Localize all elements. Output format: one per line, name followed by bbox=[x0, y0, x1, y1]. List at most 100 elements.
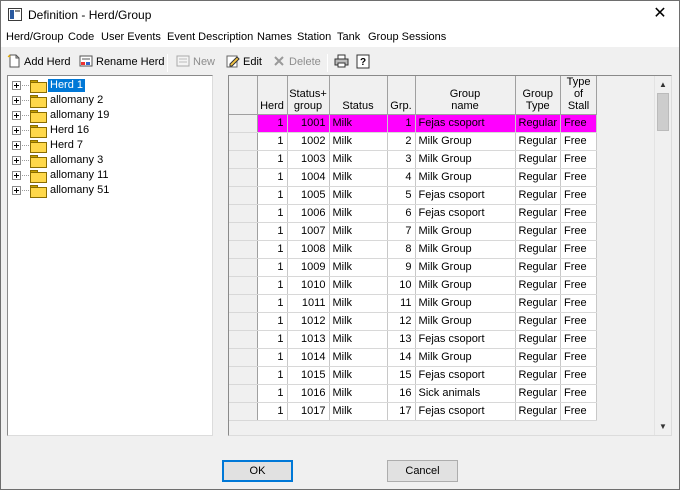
cell-group-name[interactable]: Milk Group bbox=[415, 348, 516, 367]
cell-status-group[interactable]: 1012 bbox=[287, 312, 330, 331]
cell-grp[interactable]: 11 bbox=[387, 294, 416, 313]
cell-type-of-stall[interactable]: Free bbox=[560, 222, 598, 241]
cell-group-type[interactable]: Regular bbox=[515, 366, 562, 385]
cell-grp[interactable]: 8 bbox=[387, 240, 416, 259]
menu-user-events[interactable]: User Events bbox=[101, 31, 161, 43]
cell-status[interactable]: Milk bbox=[329, 384, 388, 403]
cell-grp[interactable]: 3 bbox=[387, 150, 416, 169]
cell-herd[interactable]: 1 bbox=[257, 186, 288, 205]
cell-group-name[interactable]: Fejas csoport bbox=[415, 366, 516, 385]
menu-names[interactable]: Names bbox=[257, 31, 292, 43]
cell-herd[interactable]: 1 bbox=[257, 150, 288, 169]
add-herd-button[interactable]: Add Herd bbox=[7, 54, 70, 71]
cell-grp[interactable]: 1 bbox=[387, 114, 416, 133]
menu-group-sessions[interactable]: Group Sessions bbox=[368, 31, 446, 43]
expand-icon[interactable] bbox=[12, 186, 21, 195]
cell-status-group[interactable]: 1014 bbox=[287, 348, 330, 367]
table-row[interactable]: 1 1003 Milk 3 Milk Group Regular Free bbox=[229, 150, 598, 169]
rename-herd-button[interactable]: Rename Herd bbox=[79, 54, 164, 71]
cell-status[interactable]: Milk bbox=[329, 312, 388, 331]
expand-icon[interactable] bbox=[12, 141, 21, 150]
cell-grp[interactable]: 9 bbox=[387, 258, 416, 277]
table-row[interactable]: 1 1006 Milk 6 Fejas csoport Regular Free bbox=[229, 204, 598, 223]
table-row[interactable]: 1 1010 Milk 10 Milk Group Regular Free bbox=[229, 276, 598, 295]
cell-herd[interactable]: 1 bbox=[257, 312, 288, 331]
table-row[interactable]: 1 1002 Milk 2 Milk Group Regular Free bbox=[229, 132, 598, 151]
cell-herd[interactable]: 1 bbox=[257, 294, 288, 313]
column-header-herd[interactable]: Herd bbox=[257, 76, 288, 115]
cell-group-type[interactable]: Regular bbox=[515, 240, 562, 259]
cell-status-group[interactable]: 1007 bbox=[287, 222, 330, 241]
column-header-group-name[interactable]: Group name bbox=[415, 76, 516, 115]
scroll-up-icon[interactable]: ▲ bbox=[655, 76, 671, 93]
cell-group-type[interactable]: Regular bbox=[515, 132, 562, 151]
cell-status[interactable]: Milk bbox=[329, 168, 388, 187]
table-row[interactable]: 1 1015 Milk 15 Fejas csoport Regular Free bbox=[229, 366, 598, 385]
cell-herd[interactable]: 1 bbox=[257, 168, 288, 187]
cell-status[interactable]: Milk bbox=[329, 186, 388, 205]
cell-status-group[interactable]: 1013 bbox=[287, 330, 330, 349]
cell-herd[interactable]: 1 bbox=[257, 384, 288, 403]
expand-icon[interactable] bbox=[12, 96, 21, 105]
cell-group-name[interactable]: Milk Group bbox=[415, 150, 516, 169]
cell-group-type[interactable]: Regular bbox=[515, 276, 562, 295]
cell-herd[interactable]: 1 bbox=[257, 366, 288, 385]
cell-type-of-stall[interactable]: Free bbox=[560, 312, 598, 331]
cell-type-of-stall[interactable]: Free bbox=[560, 132, 598, 151]
cell-group-type[interactable]: Regular bbox=[515, 150, 562, 169]
cell-status[interactable]: Milk bbox=[329, 132, 388, 151]
cell-herd[interactable]: 1 bbox=[257, 402, 288, 421]
cell-status-group[interactable]: 1004 bbox=[287, 168, 330, 187]
cell-group-type[interactable]: Regular bbox=[515, 114, 562, 133]
scroll-down-icon[interactable]: ▼ bbox=[655, 418, 671, 435]
expand-icon[interactable] bbox=[12, 81, 21, 90]
column-header-status-group[interactable]: Status+ group bbox=[287, 76, 330, 115]
tree-item[interactable]: allomany 2 bbox=[8, 93, 208, 108]
cell-group-type[interactable]: Regular bbox=[515, 186, 562, 205]
row-header[interactable] bbox=[229, 114, 258, 133]
table-row[interactable]: 1 1009 Milk 9 Milk Group Regular Free bbox=[229, 258, 598, 277]
row-header[interactable] bbox=[229, 330, 258, 349]
cell-group-name[interactable]: Fejas csoport bbox=[415, 186, 516, 205]
cell-status-group[interactable]: 1010 bbox=[287, 276, 330, 295]
cell-status-group[interactable]: 1011 bbox=[287, 294, 330, 313]
row-header[interactable] bbox=[229, 258, 258, 277]
expand-icon[interactable] bbox=[12, 156, 21, 165]
cell-status-group[interactable]: 1015 bbox=[287, 366, 330, 385]
table-row[interactable]: 1 1014 Milk 14 Milk Group Regular Free bbox=[229, 348, 598, 367]
row-header[interactable] bbox=[229, 366, 258, 385]
cell-type-of-stall[interactable]: Free bbox=[560, 294, 598, 313]
print-button[interactable] bbox=[334, 54, 351, 71]
tree-item[interactable]: allomany 19 bbox=[8, 108, 208, 123]
cell-group-type[interactable]: Regular bbox=[515, 402, 562, 421]
table-row[interactable]: 1 1007 Milk 7 Milk Group Regular Free bbox=[229, 222, 598, 241]
cell-herd[interactable]: 1 bbox=[257, 258, 288, 277]
cell-status[interactable]: Milk bbox=[329, 150, 388, 169]
column-header-grp[interactable]: Grp. bbox=[387, 76, 416, 115]
column-header-group-type[interactable]: Group Type bbox=[515, 76, 562, 115]
expand-icon[interactable] bbox=[12, 111, 21, 120]
cell-group-name[interactable]: Fejas csoport bbox=[415, 204, 516, 223]
cell-type-of-stall[interactable]: Free bbox=[560, 276, 598, 295]
cell-group-name[interactable]: Milk Group bbox=[415, 312, 516, 331]
tree-item[interactable]: Herd 7 bbox=[8, 138, 208, 153]
cell-group-name[interactable]: Fejas csoport bbox=[415, 114, 516, 133]
cell-type-of-stall[interactable]: Free bbox=[560, 168, 598, 187]
table-row[interactable]: 1 1001 Milk 1 Fejas csoport Regular Free bbox=[229, 114, 598, 133]
delete-button[interactable]: Delete bbox=[272, 54, 321, 71]
cell-grp[interactable]: 6 bbox=[387, 204, 416, 223]
cell-status-group[interactable]: 1001 bbox=[287, 114, 330, 133]
cell-grp[interactable]: 12 bbox=[387, 312, 416, 331]
row-header[interactable] bbox=[229, 312, 258, 331]
cell-type-of-stall[interactable]: Free bbox=[560, 150, 598, 169]
cell-grp[interactable]: 13 bbox=[387, 330, 416, 349]
cell-grp[interactable]: 10 bbox=[387, 276, 416, 295]
cell-herd[interactable]: 1 bbox=[257, 204, 288, 223]
menu-herd-group[interactable]: Herd/Group bbox=[6, 31, 63, 43]
tree-item[interactable]: allomany 51 bbox=[8, 183, 208, 198]
menu-event-description[interactable]: Event Description bbox=[167, 31, 253, 43]
cell-type-of-stall[interactable]: Free bbox=[560, 204, 598, 223]
cell-group-type[interactable]: Regular bbox=[515, 348, 562, 367]
menu-code[interactable]: Code bbox=[68, 31, 94, 43]
cell-status[interactable]: Milk bbox=[329, 402, 388, 421]
